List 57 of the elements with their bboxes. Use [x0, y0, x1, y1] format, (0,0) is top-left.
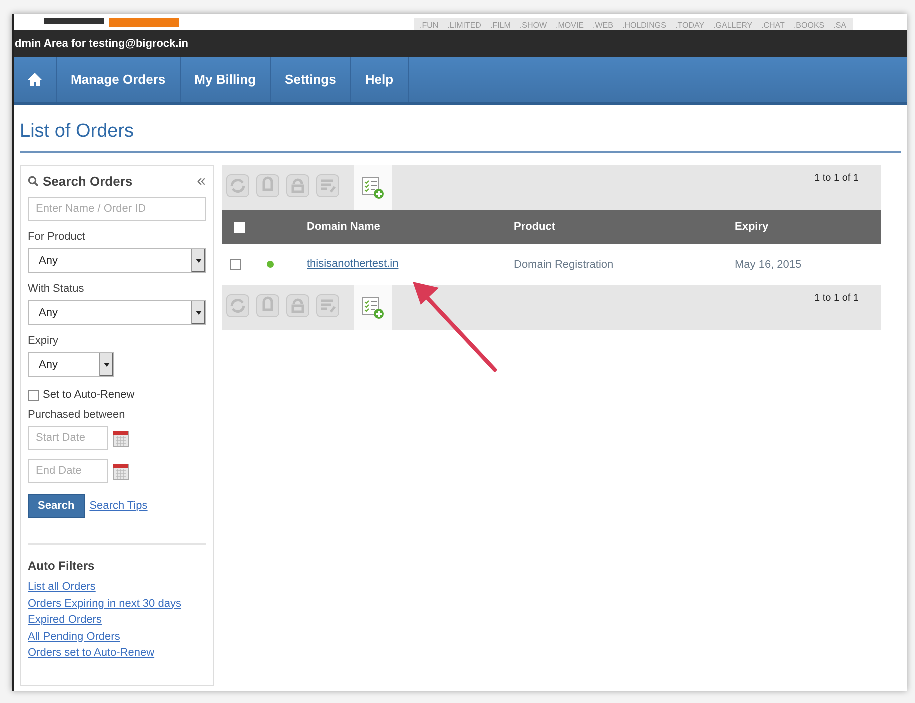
- domain-extension-strip: .FUN .LIMITED .FILM .SHOW .MOVIE .WEB .HOLDINGS .TODAY .GALLERY .CHAT .BOOKS .SA: [414, 18, 853, 30]
- nav-tab[interactable]: Settings: [271, 57, 352, 102]
- home-icon: [28, 73, 42, 86]
- column-header: Product: [514, 221, 557, 233]
- row-checkbox[interactable]: [230, 259, 241, 270]
- search-tips-link[interactable]: Search Tips: [90, 498, 148, 514]
- nav-tab[interactable]: My Billing: [180, 57, 272, 102]
- unlock-icon[interactable]: [286, 174, 310, 198]
- table-cell-text: Domain Registration: [514, 258, 615, 270]
- auto-filter-link[interactable]: Orders Expiring in next 30 days: [28, 596, 206, 612]
- filter-label: For Product: [28, 231, 86, 243]
- nav-tab[interactable]: Manage Orders: [57, 57, 181, 102]
- table-cell-text: May 16, 2015: [735, 258, 803, 270]
- auto-filter-link[interactable]: Expired Orders: [28, 612, 206, 628]
- auto-filter-link[interactable]: Orders set to Auto-Renew: [28, 645, 206, 662]
- add-checklist-icon: [361, 296, 385, 320]
- pagination-text: 1 to 1 of 1: [814, 293, 859, 304]
- page-title: List of Orders: [20, 121, 901, 153]
- refresh-icon[interactable]: [226, 174, 250, 198]
- calendar-icon[interactable]: [113, 430, 129, 446]
- lock-icon[interactable]: [256, 174, 280, 198]
- edit-list-icon[interactable]: [316, 174, 340, 198]
- filter-label: With Status: [28, 283, 86, 295]
- select-all-checkbox[interactable]: [234, 222, 245, 232]
- nav-tab[interactable]: Help: [351, 57, 409, 102]
- edit-list-icon[interactable]: [316, 294, 340, 318]
- add-order-button[interactable]: [354, 285, 392, 330]
- pagination-text: 1 to 1 of 1: [814, 173, 859, 184]
- filter-label: Expiry: [28, 335, 60, 347]
- auto-filter-link[interactable]: List all Orders: [28, 579, 206, 596]
- admin-area-text: dmin Area for testing@bigrock.in: [14, 30, 907, 57]
- add-order-button[interactable]: [354, 165, 392, 210]
- purchased-between-label: Purchased between: [28, 409, 126, 421]
- search-button[interactable]: Search: [28, 494, 85, 518]
- column-header: Domain Name: [307, 221, 382, 233]
- auto-filter-link[interactable]: All Pending Orders: [28, 628, 206, 645]
- calendar-icon[interactable]: [113, 462, 129, 480]
- search-icon: [28, 176, 39, 187]
- caret-icon: [196, 258, 202, 262]
- caret-icon: [104, 362, 110, 366]
- end-date-field[interactable]: End Date: [28, 459, 108, 483]
- sidebar-title: Search Orders: [43, 174, 134, 189]
- auto-renew-checkbox[interactable]: Set to Auto-Renew: [28, 389, 206, 401]
- filter-dropdown[interactable]: Any: [28, 300, 206, 325]
- caret-icon: [196, 310, 202, 314]
- refresh-icon[interactable]: [226, 294, 250, 318]
- unlock-icon[interactable]: [286, 294, 310, 318]
- filter-dropdown[interactable]: Any: [28, 248, 206, 273]
- filter-dropdown[interactable]: Any: [28, 352, 114, 377]
- column-header: Expiry: [735, 221, 770, 233]
- domain-link[interactable]: thisisanothertest.in: [307, 258, 399, 270]
- auto-filters-title: Auto Filters: [28, 559, 96, 573]
- name-order-id-field[interactable]: Enter Name / Order ID: [28, 197, 206, 221]
- start-date-field[interactable]: Start Date: [28, 426, 108, 450]
- lock-icon[interactable]: [256, 294, 280, 318]
- add-checklist-icon: [361, 176, 385, 200]
- collapse-button[interactable]: «: [197, 174, 206, 188]
